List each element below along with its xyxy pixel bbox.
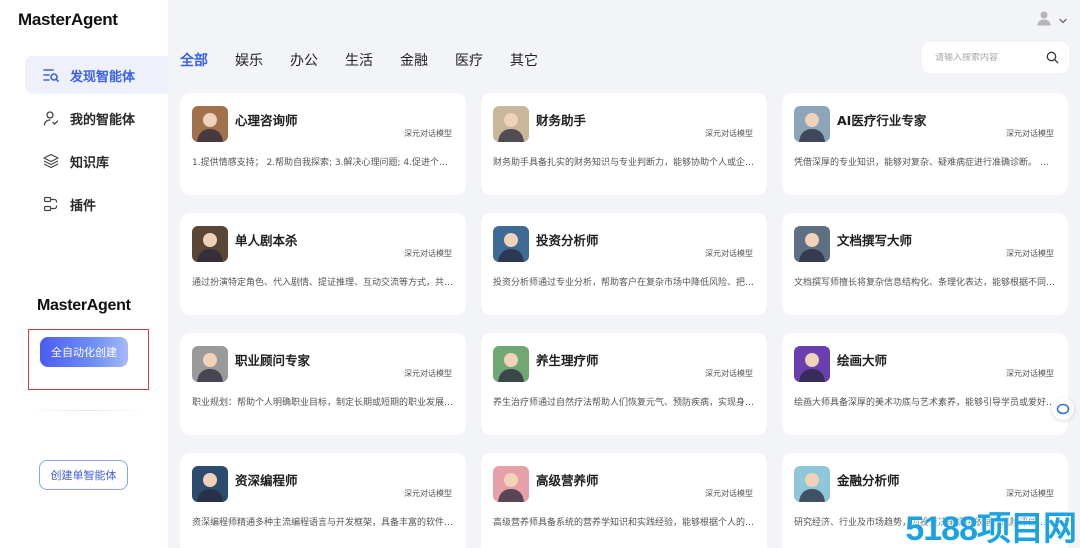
agent-avatar (192, 106, 228, 142)
sidebar-item-plugins[interactable]: 插件 (25, 185, 168, 223)
model-tag: 深元对话模型 (705, 249, 753, 258)
chat-assistant-icon[interactable] (1052, 398, 1074, 420)
chevron-down-icon (1058, 11, 1068, 30)
agent-avatar (794, 346, 830, 382)
search-icon[interactable] (1046, 51, 1059, 64)
agent-title: 绘画大师 (837, 353, 888, 368)
agent-avatar (493, 346, 529, 382)
tab-office[interactable]: 办公 (290, 50, 318, 70)
agent-card[interactable]: 财务助手深元对话模型财务助手具备扎实的财务知识与专业判断力，能够协助个人或企… (481, 93, 767, 195)
model-tag: 深元对话模型 (1006, 489, 1054, 498)
model-tag: 深元对话模型 (404, 489, 452, 498)
model-tag: 深元对话模型 (1006, 129, 1054, 138)
model-tag: 深元对话模型 (1006, 369, 1054, 378)
secondary-logo: MasterAgent (37, 297, 131, 314)
agent-description: 通过扮演特定角色、代入剧情、提证推理、互动交流等方式，共… (192, 278, 454, 288)
sidebar-item-knowledge[interactable]: 知识库 (25, 142, 168, 180)
agent-description: 财务助手具备扎实的财务知识与专业判断力，能够协助个人或企… (493, 158, 755, 168)
agent-card-grid: 心理咨询师深元对话模型 1.提供情感支持； 2.帮助自我探索; 3.解决心理问题;… (180, 93, 1068, 548)
category-tabs: 全部 娱乐 办公 生活 金融 医疗 其它 (180, 50, 565, 70)
agent-card[interactable]: 职业顾问专家深元对话模型职业规划：帮助个人明确职业目标，制定长期或短期的职业发展… (180, 333, 466, 435)
agent-card[interactable]: 文档撰写大师深元对话模型文档撰写师擅长将复杂信息结构化、条理化表达，能够根据不同… (782, 213, 1068, 315)
agent-avatar (493, 466, 529, 502)
agent-card[interactable]: 单人剧本杀深元对话模型通过扮演特定角色、代入剧情、提证推理、互动交流等方式，共… (180, 213, 466, 315)
user-agent-icon (42, 109, 60, 127)
search-box (922, 42, 1069, 73)
tab-finance[interactable]: 金融 (400, 50, 428, 70)
agent-card[interactable]: 心理咨询师深元对话模型 1.提供情感支持； 2.帮助自我探索; 3.解决心理问题;… (180, 93, 466, 195)
agent-title: AI医疗行业专家 (837, 113, 927, 128)
tab-other[interactable]: 其它 (510, 50, 538, 70)
agent-description: 凭借深厚的专业知识，能够对复杂、疑难病症进行准确诊断。 为… (794, 158, 1056, 168)
agent-description: 高级营养师具备系统的营养学知识和实践经验，能够根据个人的… (493, 518, 755, 528)
model-tag: 深元对话模型 (404, 129, 452, 138)
model-tag: 深元对话模型 (1006, 249, 1054, 258)
agent-description: 职业规划：帮助个人明确职业目标，制定长期或短期的职业发展… (192, 398, 454, 408)
agent-card[interactable]: 绘画大师深元对话模型绘画大师具备深厚的美术功底与艺术素养，能够引导学员或爱好… (782, 333, 1068, 435)
agent-title: 金融分析师 (837, 473, 900, 488)
agent-description: 绘画大师具备深厚的美术功底与艺术素养，能够引导学员或爱好… (794, 398, 1056, 408)
agent-title: 心理咨询师 (235, 113, 298, 128)
agent-title: 投资分析师 (536, 233, 599, 248)
model-tag: 深元对话模型 (404, 369, 452, 378)
agent-title: 高级营养师 (536, 473, 599, 488)
sidebar-nav: 发现智能体 我的智能体 知识库 插件 (25, 56, 168, 228)
agent-description: 资深编程师精通多种主流编程语言与开发框架，具备丰富的软件… (192, 518, 454, 528)
agent-card[interactable]: AI医疗行业专家深元对话模型凭借深厚的专业知识，能够对复杂、疑难病症进行准确诊断… (782, 93, 1068, 195)
tab-medical[interactable]: 医疗 (455, 50, 483, 70)
agent-title: 养生理疗师 (536, 353, 599, 368)
agent-card[interactable]: 养生理疗师深元对话模型养生治疗师通过自然疗法帮助人们恢复元气、预防疾病，实现身… (481, 333, 767, 435)
tab-all[interactable]: 全部 (180, 50, 208, 70)
sidebar-item-my-agents[interactable]: 我的智能体 (25, 99, 168, 137)
sidebar: MasterAgent 发现智能体 我的智能体 知识库 插件 MasterAge… (0, 0, 168, 548)
model-tag: 深元对话模型 (705, 489, 753, 498)
discover-icon (42, 66, 60, 84)
divider (28, 410, 146, 411)
search-input[interactable] (935, 52, 1035, 63)
agent-title: 资深编程师 (235, 473, 298, 488)
agent-description: 文档撰写师擅长将复杂信息结构化、条理化表达，能够根据不同… (794, 278, 1056, 288)
agent-title: 财务助手 (536, 113, 587, 128)
agent-card[interactable]: 资深编程师深元对话模型资深编程师精通多种主流编程语言与开发框架，具备丰富的软件… (180, 453, 466, 548)
agent-description: 投资分析师通过专业分析，帮助客户在复杂市场中降低风险、把… (493, 278, 755, 288)
auto-create-button[interactable]: 全自动化创建 (40, 337, 128, 367)
agent-avatar (493, 226, 529, 262)
agent-card[interactable]: 投资分析师深元对话模型投资分析师通过专业分析，帮助客户在复杂市场中降低风险、把… (481, 213, 767, 315)
agent-avatar (192, 466, 228, 502)
plugin-icon (42, 195, 60, 213)
agent-title: 职业顾问专家 (235, 353, 311, 368)
agent-avatar (794, 466, 830, 502)
agent-card[interactable]: 高级营养师深元对话模型高级营养师具备系统的营养学知识和实践经验，能够根据个人的… (481, 453, 767, 548)
sidebar-item-label: 插件 (70, 198, 97, 214)
model-tag: 深元对话模型 (705, 129, 753, 138)
agent-avatar (192, 226, 228, 262)
agent-avatar (493, 106, 529, 142)
sidebar-item-label: 我的智能体 (70, 112, 136, 128)
model-tag: 深元对话模型 (404, 249, 452, 258)
agent-avatar (794, 226, 830, 262)
sidebar-item-label: 知识库 (70, 155, 110, 171)
agent-description: 养生治疗师通过自然疗法帮助人们恢复元气、预防疾病，实现身… (493, 398, 755, 408)
agent-title: 单人剧本杀 (235, 233, 298, 248)
agent-avatar (794, 106, 830, 142)
agent-description: 1.提供情感支持； 2.帮助自我探索; 3.解决心理问题; 4.促进个人… (192, 158, 454, 168)
sidebar-item-discover[interactable]: 发现智能体 (25, 56, 168, 94)
create-single-agent-button[interactable]: 创建单智能体 (39, 460, 128, 490)
user-menu[interactable] (1036, 10, 1068, 30)
user-avatar-icon (1036, 10, 1052, 30)
app-logo[interactable]: MasterAgent (18, 10, 118, 30)
tab-life[interactable]: 生活 (345, 50, 373, 70)
watermark-logo: 5188项目网 (905, 510, 1077, 548)
layers-icon (42, 152, 60, 170)
model-tag: 深元对话模型 (705, 369, 753, 378)
sidebar-item-label: 发现智能体 (70, 69, 136, 85)
tab-entertainment[interactable]: 娱乐 (235, 50, 263, 70)
agent-avatar (192, 346, 228, 382)
agent-title: 文档撰写大师 (837, 233, 913, 248)
